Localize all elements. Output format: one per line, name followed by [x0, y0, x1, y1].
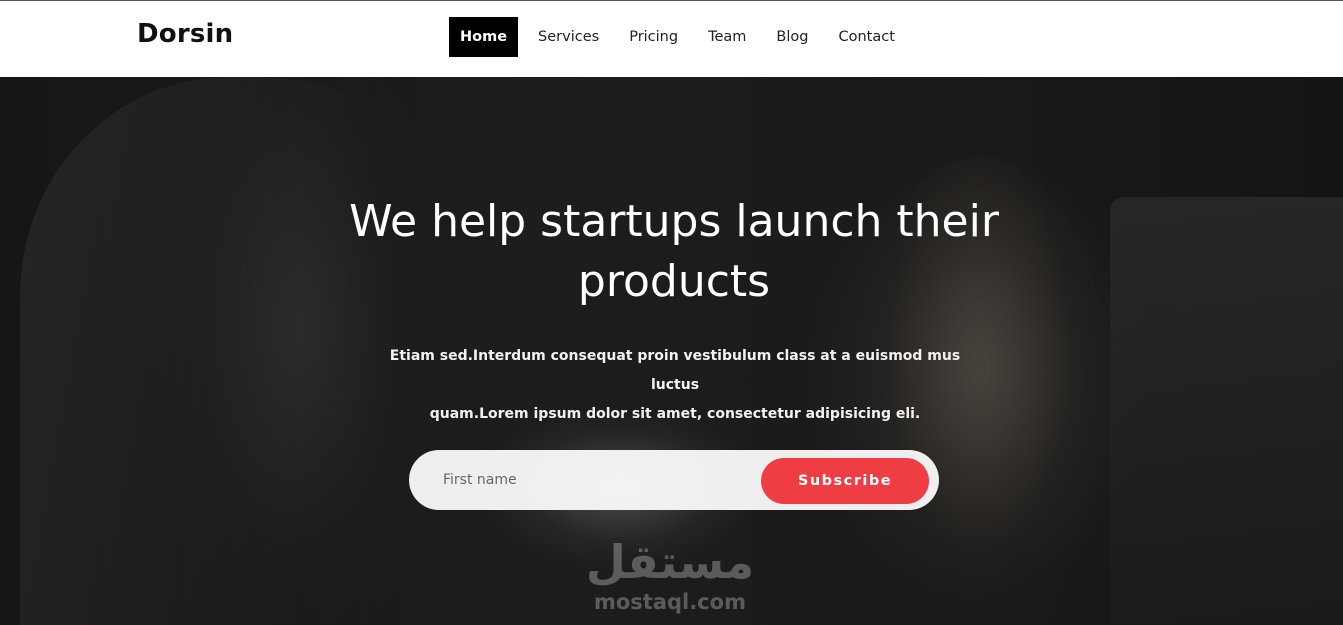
hero-title-line-1: We help startups launch their	[349, 196, 999, 247]
hero-description: Etiam sed.Interdum consequat proin vesti…	[385, 342, 965, 429]
subscribe-button[interactable]: Subscribe	[761, 458, 929, 504]
subscribe-form: Subscribe	[409, 450, 939, 510]
brand-logo[interactable]: Dorsin	[137, 19, 233, 49]
hero-description-line-2: quam.Lorem ipsum dolor sit amet, consect…	[429, 406, 921, 422]
watermark-arabic-text: مستقل	[585, 535, 755, 589]
nav-item-services[interactable]: Services	[528, 17, 609, 57]
navbar: Dorsin Home Services Pricing Team Blog C…	[0, 1, 1343, 77]
hero-title-line-2: products	[577, 256, 771, 307]
hero-background-monitor	[1110, 197, 1343, 625]
nav-item-contact[interactable]: Contact	[828, 17, 904, 57]
watermark-latin-text: mostaql.com	[594, 590, 746, 614]
watermark-logo: مستقل mostaql.com	[560, 535, 780, 615]
hero-section: We help startups launch their products E…	[0, 77, 1343, 625]
nav-item-home[interactable]: Home	[449, 17, 519, 57]
hero-title: We help startups launch their products	[321, 192, 1027, 312]
nav-item-team[interactable]: Team	[698, 17, 756, 57]
first-name-input[interactable]	[427, 460, 779, 500]
nav-menu: Home Services Pricing Team Blog Contact	[449, 17, 915, 57]
hero-description-line-1: Etiam sed.Interdum consequat proin vesti…	[389, 348, 961, 393]
nav-item-pricing[interactable]: Pricing	[619, 17, 688, 57]
nav-item-blog[interactable]: Blog	[766, 17, 818, 57]
